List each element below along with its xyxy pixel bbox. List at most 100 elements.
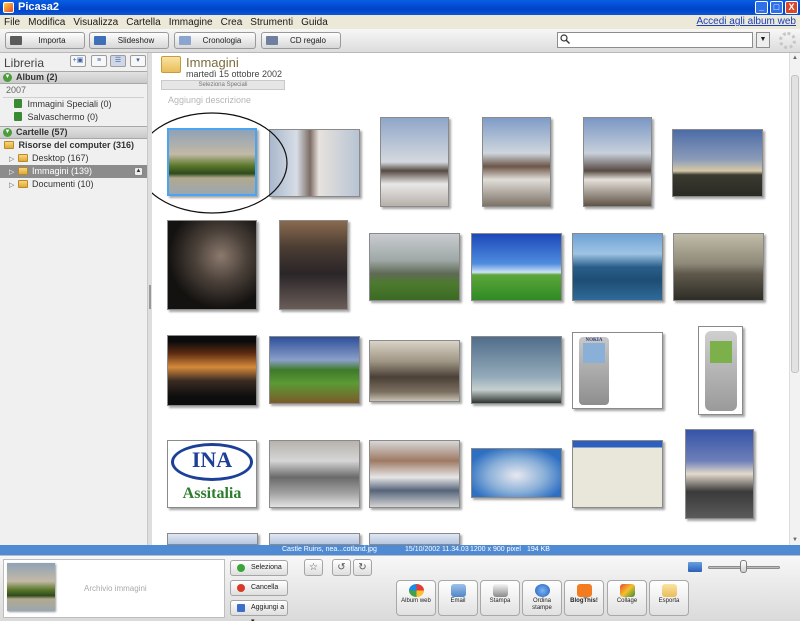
- photo-tray-holder[interactable]: Archivio immagini: [3, 559, 225, 618]
- sidebar-item-computer[interactable]: Risorse del computer (316): [0, 139, 147, 152]
- photo-thumbnail[interactable]: INA Assitalia: [167, 440, 257, 508]
- add-description-field[interactable]: Aggiungi descrizione: [168, 95, 251, 105]
- add-to-button[interactable]: Aggiungi a ▾: [230, 600, 288, 621]
- tree-view-icon[interactable]: ☰: [110, 55, 126, 67]
- photo-thumbnail[interactable]: [369, 533, 460, 545]
- menu-strumenti[interactable]: Strumenti: [246, 17, 297, 28]
- star-button[interactable]: ☆: [304, 559, 323, 576]
- library-header: Libreria +▣ ≡ ☰ ▾: [0, 53, 147, 71]
- photo-thumbnail[interactable]: [471, 336, 562, 404]
- scroll-down-icon[interactable]: ▼: [790, 535, 800, 545]
- sidebar-item-immagini-speciali[interactable]: Immagini Speciali (0): [0, 98, 147, 111]
- tray-photo-thumbnail[interactable]: [7, 563, 55, 611]
- scroll-up-icon[interactable]: ▲: [790, 53, 800, 63]
- photo-thumbnail[interactable]: [698, 326, 743, 415]
- album-section-header[interactable]: ▼ Album (2): [0, 71, 147, 84]
- sidebar-item-immagini[interactable]: ▷ Immagini (139) ▲: [0, 165, 147, 178]
- sidebar-menu-icon[interactable]: ▾: [130, 55, 146, 67]
- photo-thumbnail[interactable]: [269, 440, 360, 508]
- folders-section-label: Cartelle (57): [16, 127, 68, 137]
- photo-thumbnail[interactable]: [369, 233, 460, 301]
- photo-thumbnail[interactable]: [369, 340, 460, 402]
- select-special-button[interactable]: Seleziona Speciali: [161, 80, 285, 90]
- rotate-right-button[interactable]: ↻: [353, 559, 372, 576]
- photo-thumbnail[interactable]: [572, 233, 663, 301]
- zoom-slider-handle[interactable]: [740, 560, 747, 573]
- order-prints-button[interactable]: Ordina stampe: [522, 580, 562, 616]
- web-album-button[interactable]: Album web: [396, 580, 436, 616]
- close-button[interactable]: X: [785, 1, 798, 14]
- album-icon: [14, 112, 22, 122]
- photo-thumbnail[interactable]: [672, 129, 763, 197]
- timeline-icon: [179, 36, 191, 45]
- blogthis-label: BlogThis!: [570, 598, 598, 604]
- sidebar-item-desktop[interactable]: ▷ Desktop (167): [0, 152, 147, 165]
- cd-gift-button[interactable]: CD regalo: [261, 32, 341, 49]
- photo-thumbnail[interactable]: [471, 233, 562, 301]
- folders-section-header[interactable]: ▼ Cartelle (57): [0, 126, 147, 139]
- photo-thumbnail[interactable]: [572, 440, 663, 508]
- menu-cartella[interactable]: Cartella: [122, 17, 164, 28]
- email-button[interactable]: Email: [438, 580, 478, 616]
- menu-immagine[interactable]: Immagine: [165, 17, 217, 28]
- upload-icon[interactable]: ▲: [134, 167, 143, 176]
- blogthis-button[interactable]: BlogThis!: [564, 580, 604, 616]
- photo-thumbnail[interactable]: [167, 335, 257, 406]
- add-to-label: Aggiungi a ▾: [251, 604, 285, 621]
- menu-crea[interactable]: Crea: [217, 17, 247, 28]
- new-album-icon[interactable]: +▣: [70, 55, 86, 67]
- email-label: Email: [450, 598, 466, 604]
- photo-thumbnail[interactable]: [269, 336, 360, 404]
- title-bar: Picasa2 _ □ X: [0, 0, 800, 15]
- list-view-icon[interactable]: ≡: [91, 55, 107, 67]
- sidebar-item-documenti[interactable]: ▷ Documenti (10): [0, 178, 147, 191]
- slideshow-button[interactable]: Slideshow: [89, 32, 169, 49]
- rotate-left-button[interactable]: ↺: [332, 559, 351, 576]
- print-button[interactable]: Stampa: [480, 580, 520, 616]
- photo-thumbnail[interactable]: [685, 429, 754, 519]
- order-prints-label: Ordina stampe: [532, 598, 552, 611]
- import-button[interactable]: Importa: [5, 32, 85, 49]
- select-button[interactable]: Seleziona: [230, 560, 288, 576]
- minimize-button[interactable]: _: [755, 1, 768, 14]
- photo-thumbnail[interactable]: [673, 233, 764, 301]
- photo-thumbnail[interactable]: NOKIA: [572, 332, 663, 409]
- photo-thumbnail[interactable]: [583, 117, 652, 207]
- menu-guida[interactable]: Guida: [297, 17, 332, 28]
- collage-button[interactable]: Collage: [607, 580, 647, 616]
- photo-thumbnail[interactable]: [167, 533, 258, 545]
- email-icon: [450, 584, 466, 597]
- photo-thumbnail[interactable]: [269, 533, 360, 545]
- folder-title: Immagini: [186, 55, 239, 70]
- splitter-grip[interactable]: [149, 285, 151, 309]
- photo-thumbnail[interactable]: [279, 220, 348, 310]
- expand-arrow-icon[interactable]: ▷: [9, 179, 15, 192]
- photo-thumbnail[interactable]: [167, 220, 257, 310]
- search-dropdown-button[interactable]: ▼: [756, 32, 770, 48]
- photo-thumbnail[interactable]: [380, 117, 449, 207]
- photo-thumbnail[interactable]: [482, 117, 551, 207]
- window-title: Picasa2: [18, 1, 59, 13]
- cancel-icon: [237, 584, 245, 592]
- vertical-scrollbar[interactable]: ▲ ▼: [789, 53, 800, 545]
- maximize-button[interactable]: □: [770, 1, 783, 14]
- photo-thumbnail[interactable]: [369, 440, 460, 508]
- menu-visualizza[interactable]: Visualizza: [69, 17, 122, 28]
- cancel-label: Cancella: [251, 584, 279, 591]
- collapse-toggle-icon[interactable]: ▼: [3, 73, 12, 82]
- cancel-button[interactable]: Cancella: [230, 580, 288, 596]
- menu-file[interactable]: File: [0, 17, 24, 28]
- search-input[interactable]: [557, 32, 753, 48]
- nokia-label: NOKIA: [585, 338, 603, 343]
- library-sidebar: Libreria +▣ ≡ ☰ ▾ ▼ Album (2) 2007 Immag…: [0, 53, 148, 545]
- photo-thumbnail[interactable]: [471, 448, 562, 498]
- export-button[interactable]: Esporta: [649, 580, 689, 616]
- slideshow-icon: [94, 36, 106, 45]
- web-albums-link[interactable]: Accedi agli album web: [697, 16, 797, 27]
- scroll-thumb[interactable]: [791, 75, 799, 373]
- timeline-button[interactable]: Cronologia: [174, 32, 256, 49]
- album-icon: [14, 99, 22, 109]
- collapse-toggle-icon[interactable]: ▼: [3, 128, 12, 137]
- sidebar-item-salvaschermo[interactable]: Salvaschermo (0): [0, 111, 147, 124]
- menu-modifica[interactable]: Modifica: [24, 17, 69, 28]
